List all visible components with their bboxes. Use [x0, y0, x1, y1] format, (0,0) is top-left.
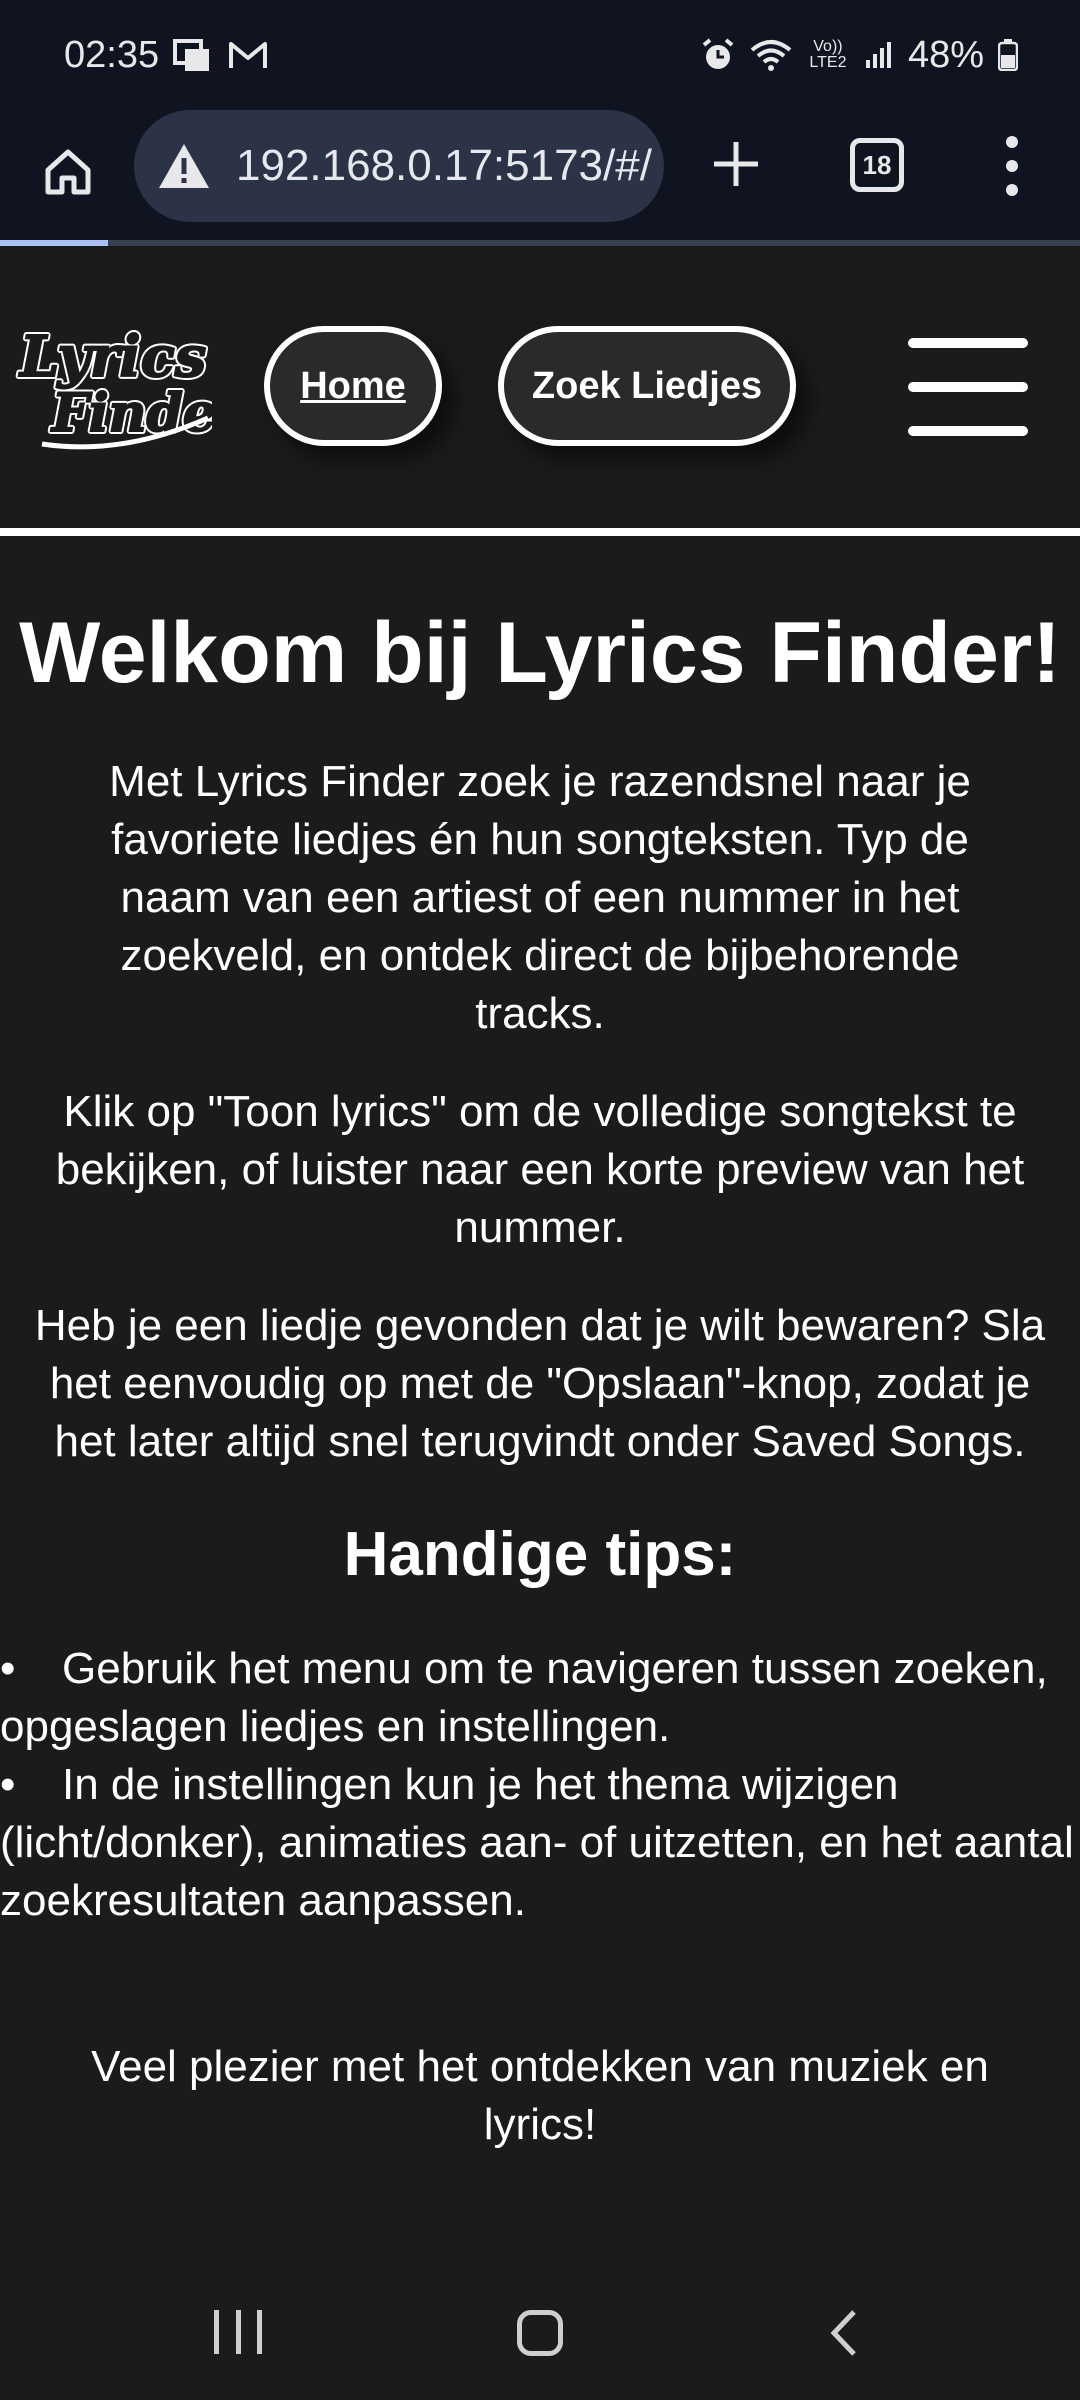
plus-icon: [714, 142, 758, 186]
status-bar-right: Vo)) LTE2 48%: [700, 34, 1018, 77]
volte-label: Vo)) LTE2: [809, 38, 847, 71]
wifi-icon: [750, 38, 792, 72]
system-navigation-bar: [0, 2268, 1080, 2400]
system-home-button[interactable]: [517, 2310, 563, 2356]
hamburger-menu-button[interactable]: [908, 338, 1028, 436]
svg-text:Lyrics: Lyrics: [18, 324, 206, 390]
main-content: Welkom bij Lyrics Finder! Met Lyrics Fin…: [0, 544, 1080, 2154]
lyrics-info-paragraph: Klik op "Toon lyrics" om de volledige so…: [55, 1086, 1025, 1252]
warning-icon[interactable]: [154, 136, 214, 196]
browser-toolbar: 192.168.0.17:5173/#/ 18: [0, 110, 1080, 242]
new-tab-button[interactable]: [704, 132, 768, 196]
mail-icon: [227, 38, 269, 72]
browser-menu-button[interactable]: [990, 130, 1034, 202]
list-item: • In de instellingen kun je het thema wij…: [0, 1759, 1074, 1925]
url-text[interactable]: 192.168.0.17:5173/#/: [236, 141, 652, 191]
address-bar[interactable]: 192.168.0.17:5173/#/: [134, 110, 664, 222]
tab-count: 18: [862, 149, 892, 180]
page-title: Welkom bij Lyrics Finder!: [19, 605, 1061, 701]
tip-text: Gebruik het menu om te navigeren tussen …: [0, 1643, 1048, 1751]
save-info-paragraph: Heb je een liedje gevonden dat je wilt b…: [34, 1300, 1046, 1466]
back-icon: [830, 2310, 856, 2356]
clock: 02:35: [64, 33, 160, 76]
browser-home-button[interactable]: [36, 140, 100, 204]
nav-search-songs-button[interactable]: Zoek Liedjes: [498, 326, 796, 446]
more-icon-dot: [1006, 136, 1018, 148]
status-bar-left: 02:35: [64, 34, 269, 77]
hamburger-line: [908, 338, 1028, 348]
list-item: • Gebruik het menu om te navigeren tussen…: [0, 1643, 1048, 1751]
lyrics-finder-logo[interactable]: Lyrics Lyrics Finder Finder: [12, 306, 250, 456]
recent-apps-button[interactable]: [214, 2310, 262, 2354]
tab-switcher-button[interactable]: 18: [850, 138, 904, 192]
volte-icon: Vo)) LTE2: [806, 39, 850, 71]
intro-paragraph: Met Lyrics Finder zoek je razendsnel naa…: [109, 756, 971, 1038]
hamburger-line: [908, 426, 1028, 436]
svg-text:Finder: Finder: [50, 383, 212, 444]
signal-icon: [864, 40, 894, 70]
status-bar: 02:35 Vo)) LTE2 48%: [0, 0, 1080, 110]
battery-icon: [998, 39, 1018, 71]
tip-text: In de instellingen kun je het thema wijz…: [0, 1759, 1074, 1925]
battery-percent: 48%: [907, 33, 984, 76]
tips-title: Handige tips:: [343, 1519, 737, 1589]
site-header: Lyrics Lyrics Finder Finder Home Zoek Li…: [0, 246, 1080, 536]
notification-icon: [173, 37, 213, 73]
alarm-icon: [700, 37, 736, 73]
more-icon-dot: [1006, 160, 1018, 172]
nav-home-button[interactable]: Home: [264, 326, 442, 446]
closing-paragraph: Veel plezier met het ontdekken van muzie…: [91, 2041, 989, 2149]
back-button[interactable]: [824, 2308, 864, 2358]
tips-list: • Gebruik het menu om te navigeren tussen…: [0, 1640, 1080, 1930]
more-icon-dot: [1006, 184, 1018, 196]
hamburger-line: [908, 382, 1028, 392]
home-icon: [45, 149, 91, 195]
